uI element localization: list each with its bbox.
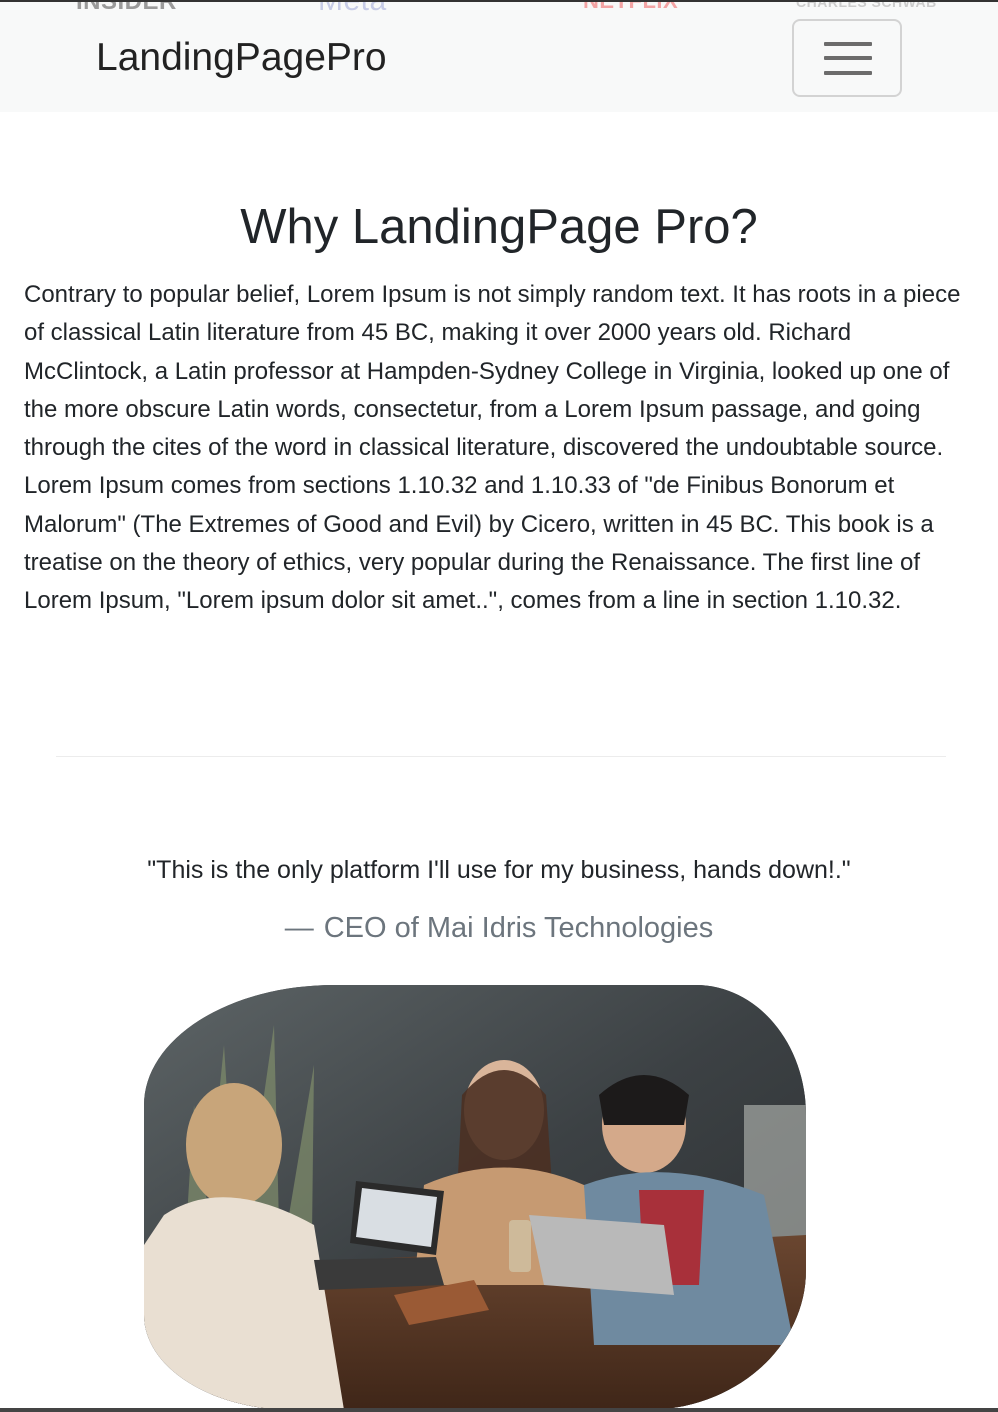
netflix-logo: NETFLIX bbox=[583, 2, 678, 14]
insider-logo: INSIDER bbox=[76, 2, 177, 16]
navbar: INSIDER Meta NETFLIX CHARLES SCHWAB Land… bbox=[0, 2, 998, 112]
navbar-brand[interactable]: LandingPagePro bbox=[96, 36, 387, 80]
navbar-toggler-button[interactable] bbox=[792, 19, 902, 97]
testimonial-author: CEO of Mai Idris Technologies bbox=[323, 912, 714, 944]
team-photo bbox=[144, 985, 806, 1410]
testimonial-attribution: — CEO of Mai Idris Technologies bbox=[0, 912, 998, 945]
window-bottom-edge bbox=[0, 1408, 998, 1412]
team-photo-illustration bbox=[144, 985, 806, 1410]
hamburger-bar bbox=[824, 42, 872, 46]
why-section-body: Contrary to popular belief, Lorem Ipsum … bbox=[24, 281, 961, 615]
section-divider bbox=[56, 756, 946, 757]
page: INSIDER Meta NETFLIX CHARLES SCHWAB Land… bbox=[0, 0, 998, 1412]
partner-logo-strip: INSIDER Meta NETFLIX CHARLES SCHWAB bbox=[0, 2, 998, 18]
hamburger-bar bbox=[824, 71, 872, 75]
why-section-title: Why LandingPage Pro? bbox=[240, 200, 758, 254]
testimonial-quote: "This is the only platform I'll use for … bbox=[147, 856, 851, 884]
meta-logo: Meta bbox=[318, 2, 387, 18]
attribution-dash: — bbox=[284, 912, 314, 944]
hamburger-bar bbox=[824, 56, 872, 60]
schwab-logo: CHARLES SCHWAB bbox=[796, 2, 937, 10]
